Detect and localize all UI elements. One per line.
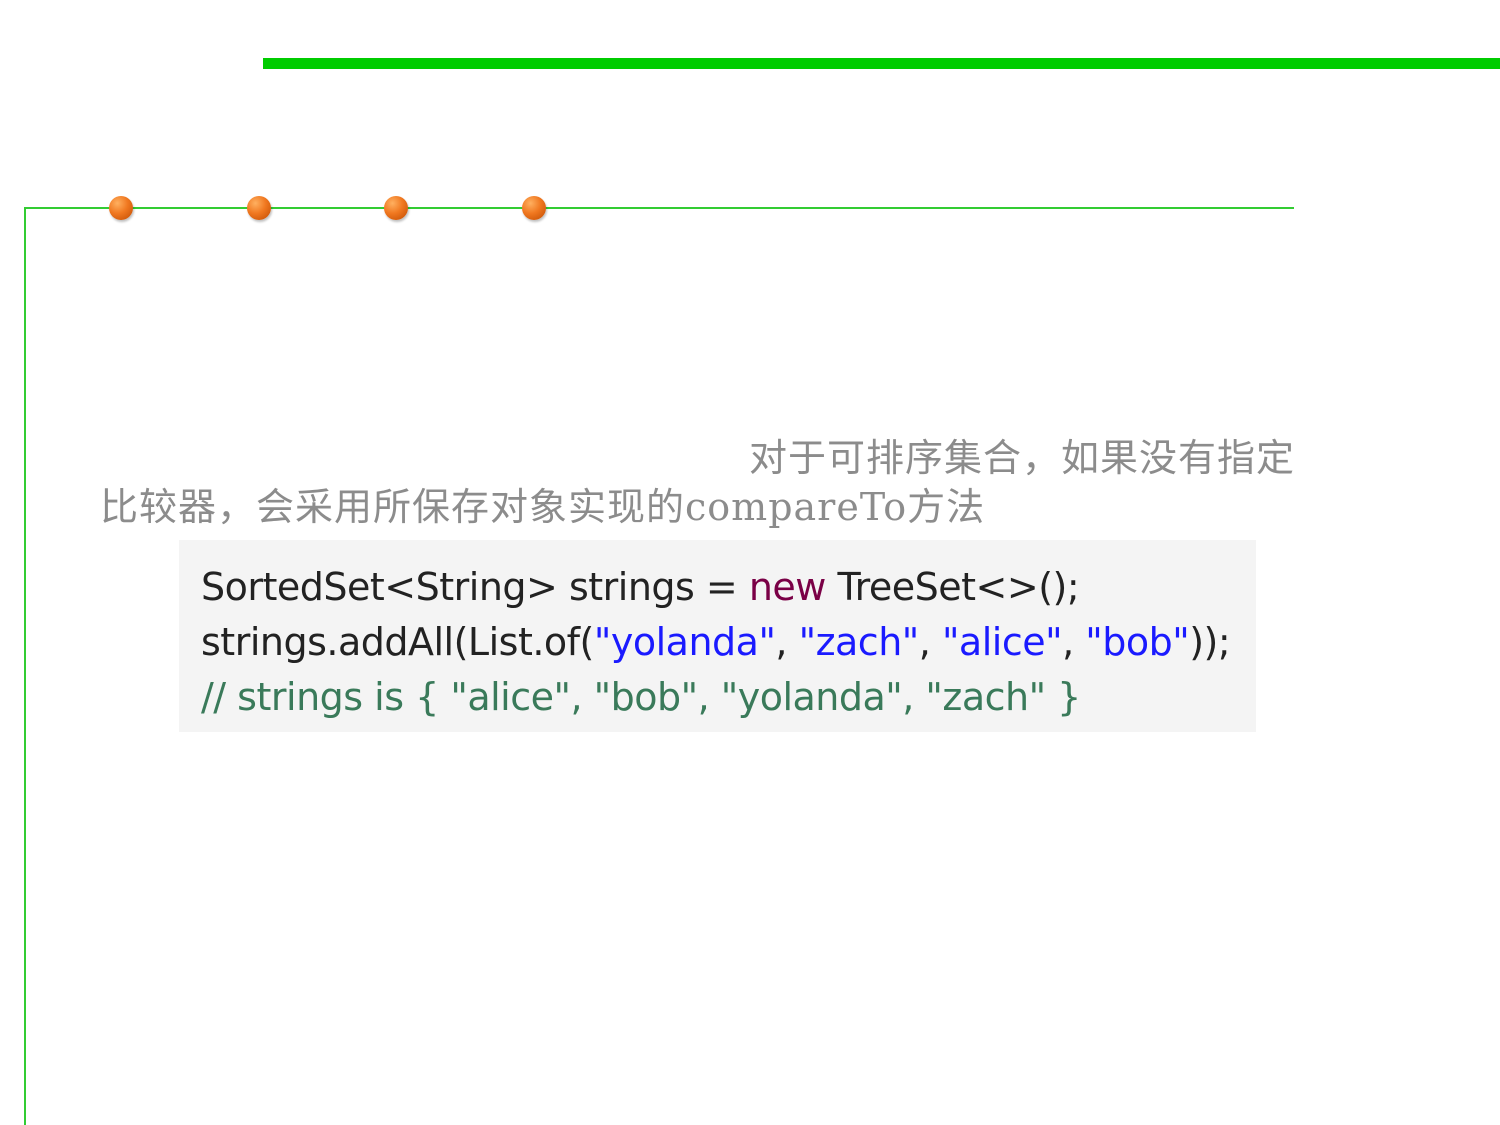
body-text-line-1: 对于可排序集合，如果没有指定 <box>749 436 1296 480</box>
code-text: )); <box>1189 620 1231 664</box>
code-text: SortedSet<String> strings = <box>201 565 749 609</box>
code-block: SortedSet<String> strings = new TreeSet<… <box>179 540 1256 732</box>
code-text: , <box>1062 620 1086 664</box>
body-text-line-2: 比较器，会采用所保存对象实现的compareTo方法 <box>100 485 986 529</box>
code-string: "zach" <box>798 620 920 664</box>
code-string: "alice" <box>941 620 1063 664</box>
frame-horizontal-line <box>24 207 1294 209</box>
code-text: strings.addAll(List.of( <box>201 620 594 664</box>
code-line-1: SortedSet<String> strings = new TreeSet<… <box>201 565 1080 609</box>
orange-bullet-dot <box>109 196 133 220</box>
frame-vertical-line <box>24 207 26 1125</box>
code-text: TreeSet<>(); <box>825 565 1080 609</box>
orange-bullet-dot <box>384 196 408 220</box>
code-text: , <box>775 620 799 664</box>
top-accent-bar <box>263 58 1500 69</box>
code-text: , <box>918 620 942 664</box>
orange-bullet-dot <box>522 196 546 220</box>
code-keyword: new <box>748 565 827 609</box>
code-string: "yolanda" <box>593 620 776 664</box>
orange-bullet-dot <box>247 196 271 220</box>
code-comment-line: // strings is { "alice", "bob", "yolanda… <box>201 675 1081 719</box>
code-string: "bob" <box>1085 620 1190 664</box>
code-line-2: strings.addAll(List.of("yolanda", "zach"… <box>201 620 1231 664</box>
